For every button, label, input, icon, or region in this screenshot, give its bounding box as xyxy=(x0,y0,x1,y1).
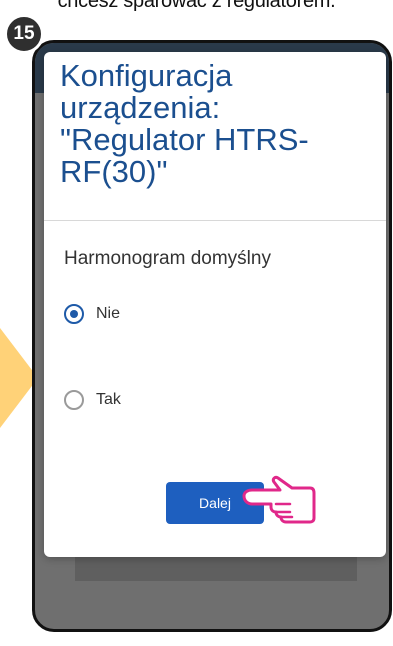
radio-unchecked-icon[interactable] xyxy=(64,390,84,410)
dialog-divider xyxy=(44,220,386,221)
radio-option-label: Nie xyxy=(96,305,121,322)
dialog-title: Konfiguracja urządzenia: "Regulator HTRS… xyxy=(60,58,309,189)
radio-option-label: Tak xyxy=(96,391,121,408)
default-schedule-label: Harmonogram domyślny xyxy=(64,248,271,269)
pointing-hand-icon xyxy=(242,475,316,524)
instruction-caption: chcesz sparować z regulatorem. xyxy=(57,0,336,12)
radio-option-nie[interactable]: Nie xyxy=(64,304,120,324)
step-number-badge: 15 xyxy=(4,14,44,54)
radio-option-tak[interactable]: Tak xyxy=(64,390,121,410)
radio-checked-icon[interactable] xyxy=(64,304,84,324)
configuration-dialog: Konfiguracja urządzenia: "Regulator HTRS… xyxy=(44,52,386,557)
